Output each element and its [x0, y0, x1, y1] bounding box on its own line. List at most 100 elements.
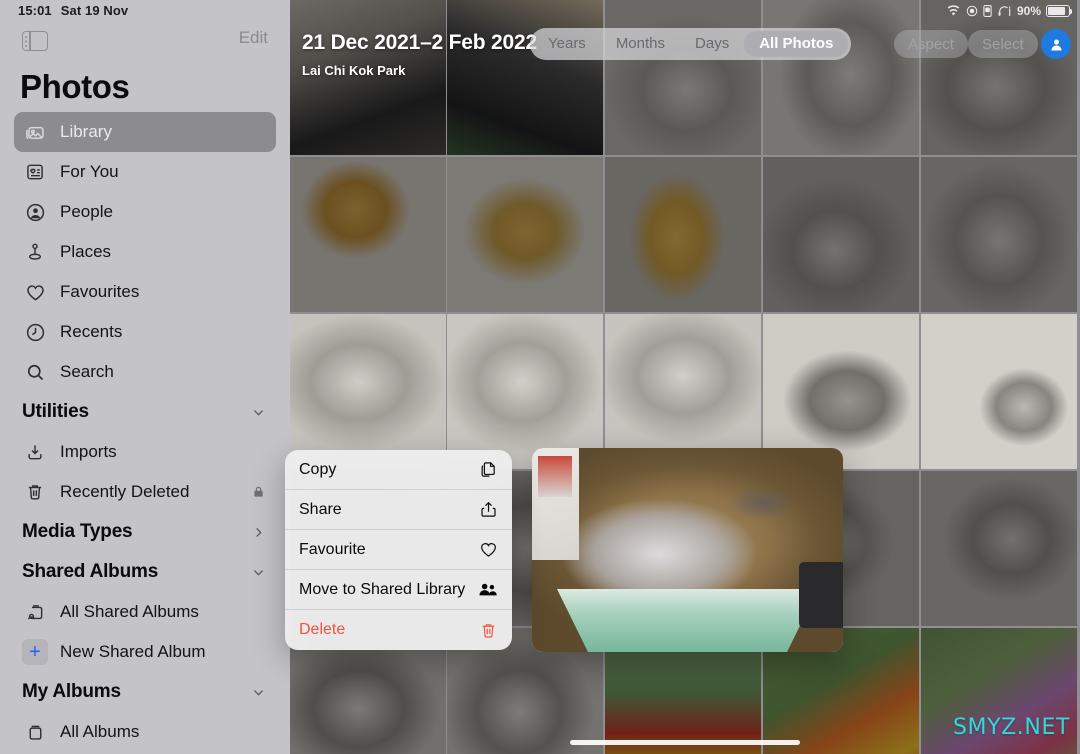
- avatar[interactable]: [1041, 29, 1071, 59]
- dim-overlay: [921, 314, 1077, 469]
- heart-icon: [476, 540, 498, 559]
- copy-icon: [476, 460, 498, 479]
- context-menu[interactable]: Copy Share Favourite Move to Shared Libr…: [285, 450, 512, 650]
- wifi-icon: [946, 5, 961, 17]
- dim-overlay: [447, 0, 603, 155]
- sidebar-item-imports[interactable]: Imports: [14, 432, 276, 472]
- photos-app-window: 15:01 Sat 19 Nov Edit Photos Library For…: [0, 0, 1080, 754]
- photo-thumbnail[interactable]: [763, 314, 919, 469]
- tab-days[interactable]: Days: [680, 31, 744, 57]
- dim-overlay: [605, 157, 761, 312]
- photo-thumbnail[interactable]: [763, 157, 919, 312]
- dim-overlay: [447, 314, 603, 469]
- aspect-button[interactable]: Aspect: [894, 30, 968, 58]
- sidebar-item-recents[interactable]: Recents: [14, 312, 276, 352]
- sidebar-section-shared-albums[interactable]: Shared Albums: [14, 552, 276, 592]
- context-menu-item-move-to-shared-library[interactable]: Move to Shared Library: [285, 570, 512, 610]
- sidebar-item-label: Search: [60, 362, 114, 381]
- sidebar-toggle-icon[interactable]: [22, 31, 48, 51]
- status-bar-time: 15:01: [18, 3, 52, 18]
- share-icon: [476, 500, 498, 519]
- person-avatar-icon: [1048, 36, 1065, 53]
- select-button[interactable]: Select: [968, 30, 1038, 58]
- chevron-down-icon[interactable]: [251, 685, 266, 700]
- photo-thumbnail[interactable]: [921, 471, 1077, 626]
- plus-icon: +: [22, 639, 48, 665]
- photo-thumbnail[interactable]: [447, 314, 603, 469]
- context-menu-item-label: Move to Shared Library: [299, 580, 466, 598]
- sidebar-item-all-albums[interactable]: All Albums: [14, 712, 276, 752]
- map-pin-icon: [22, 239, 48, 265]
- photo-thumbnail[interactable]: [290, 157, 446, 312]
- person-circle-icon: [22, 199, 48, 225]
- sidebar-item-places[interactable]: Places: [14, 232, 276, 272]
- photo-thumbnail[interactable]: [605, 0, 761, 155]
- chevron-right-icon[interactable]: [251, 525, 266, 540]
- sidebar-item-library[interactable]: Library: [14, 112, 276, 152]
- timeline-segmented-control[interactable]: Years Months Days All Photos: [530, 28, 852, 60]
- dim-overlay: [763, 0, 919, 155]
- sidebar-section-media-types[interactable]: Media Types: [14, 512, 276, 552]
- sidebar-item-all-shared-albums[interactable]: All Shared Albums: [14, 592, 276, 632]
- home-indicator: [570, 740, 800, 745]
- context-menu-item-label: Copy: [299, 460, 337, 478]
- battery-percent-label: 90%: [1016, 4, 1041, 18]
- tab-months[interactable]: Months: [601, 31, 680, 57]
- photo-thumbnail[interactable]: [921, 0, 1077, 155]
- album-icon: [22, 719, 48, 745]
- sim-icon: [983, 5, 992, 17]
- context-menu-item-favourite[interactable]: Favourite: [285, 530, 512, 570]
- sidebar-item-people[interactable]: People: [14, 192, 276, 232]
- sidebar-item-for-you[interactable]: For You: [14, 152, 276, 192]
- chevron-down-icon[interactable]: [251, 565, 266, 580]
- sidebar-item-search[interactable]: Search: [14, 352, 276, 392]
- section-header-label: My Albums: [22, 681, 121, 702]
- headphones-icon: [997, 5, 1012, 17]
- photo-thumbnail[interactable]: [921, 157, 1077, 312]
- lock-icon: [251, 484, 266, 500]
- sidebar-section-my-albums[interactable]: My Albums: [14, 672, 276, 712]
- dim-overlay: [605, 0, 761, 155]
- sidebar-section-utilities[interactable]: Utilities: [14, 392, 276, 432]
- status-bar-right: 90%: [946, 2, 1073, 20]
- photo-thumbnail[interactable]: [447, 157, 603, 312]
- photo-thumbnail[interactable]: [290, 314, 446, 469]
- watermark: SMYZ.NET: [952, 715, 1070, 740]
- context-menu-item-label: Share: [299, 500, 342, 518]
- context-menu-item-delete[interactable]: Delete: [285, 610, 512, 650]
- sidebar-item-label: Recents: [60, 322, 123, 341]
- sidebar-item-new-shared-album[interactable]: + New Shared Album: [14, 632, 276, 672]
- sidebar-item-label: All Shared Albums: [60, 602, 199, 621]
- tab-years[interactable]: Years: [533, 31, 601, 57]
- photo-thumbnail[interactable]: [605, 314, 761, 469]
- trash-icon: [476, 621, 498, 640]
- dim-overlay: [605, 314, 761, 469]
- edit-button[interactable]: Edit: [239, 28, 268, 48]
- sidebar-item-label: All Albums: [60, 722, 140, 741]
- sidebar-item-label: Library: [60, 122, 112, 141]
- battery-icon: [1046, 5, 1073, 17]
- dim-overlay: [921, 0, 1077, 155]
- photo-thumbnail[interactable]: [921, 314, 1077, 469]
- photo-thumbnail[interactable]: [605, 157, 761, 312]
- photo-thumbnail[interactable]: [763, 0, 919, 155]
- dim-overlay: [921, 471, 1077, 626]
- sidebar-item-label: Places: [60, 242, 112, 261]
- tab-all-photos[interactable]: All Photos: [744, 31, 849, 57]
- dim-overlay: [290, 314, 446, 469]
- dim-overlay: [763, 157, 919, 312]
- photo-thumbnail[interactable]: [447, 0, 603, 155]
- chevron-down-icon[interactable]: [251, 405, 266, 420]
- photo-stack-icon: [22, 119, 48, 145]
- photo-thumbnail[interactable]: [290, 0, 446, 155]
- sidebar-item-recently-deleted[interactable]: Recently Deleted: [14, 472, 276, 512]
- clock-icon: [22, 319, 48, 345]
- context-menu-item-share[interactable]: Share: [285, 490, 512, 530]
- lifted-photo-preview[interactable]: [532, 448, 843, 652]
- sidebar-item-favourites[interactable]: Favourites: [14, 272, 276, 312]
- context-menu-item-copy[interactable]: Copy: [285, 450, 512, 490]
- section-header-label: Media Types: [22, 521, 133, 542]
- import-tray-icon: [22, 439, 48, 465]
- status-bar-date: Sat 19 Nov: [60, 3, 129, 18]
- sidebar-item-label: People: [60, 202, 113, 221]
